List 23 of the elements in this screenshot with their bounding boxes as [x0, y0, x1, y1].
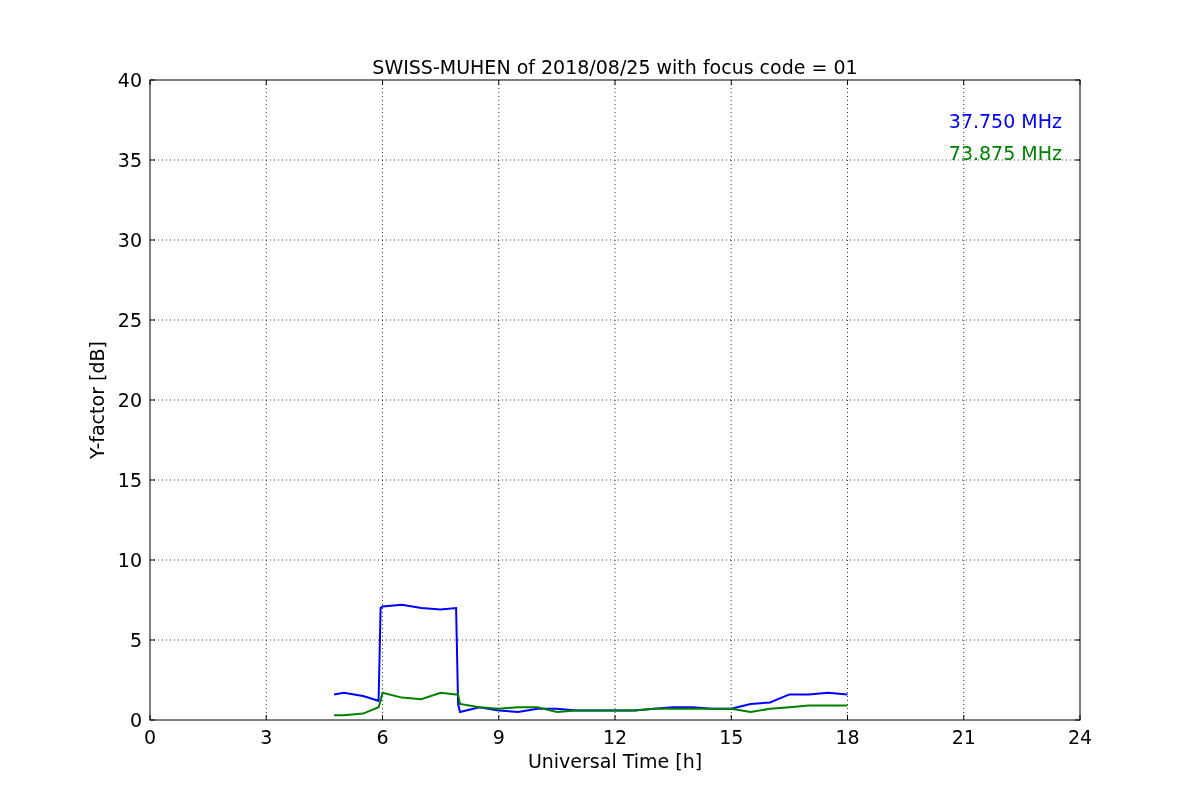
tick-label: 40 [117, 69, 142, 91]
tick-label: 24 [1067, 726, 1093, 748]
x-axis-label: Universal Time [h] [527, 750, 703, 772]
tick-label: 5 [129, 629, 142, 651]
tick-label: 30 [117, 229, 142, 251]
chart-title: SWISS-MUHEN of 2018/08/25 with focus code = 01 [372, 56, 858, 78]
tick-label: 12 [602, 726, 628, 748]
tick-label: 20 [117, 389, 142, 411]
tick-label: 0 [129, 709, 142, 731]
tick-label: 6 [376, 726, 389, 748]
tick-label: 15 [719, 726, 744, 748]
tick-label: 18 [835, 726, 860, 748]
tick-label: 10 [117, 549, 142, 571]
tick-label: 25 [117, 309, 142, 331]
y-axis-label: Y-factor [dB] [86, 341, 108, 459]
tick-label: 0 [143, 726, 157, 748]
tick-label: 15 [117, 469, 142, 491]
tick-label: 21 [951, 726, 976, 748]
legend-label: 37.750 MHz [948, 110, 1062, 132]
legend-label: 73.875 MHz [948, 142, 1062, 164]
tick-label: 35 [117, 149, 142, 171]
tick-label: 3 [260, 726, 273, 748]
tick-label: 9 [492, 726, 505, 748]
